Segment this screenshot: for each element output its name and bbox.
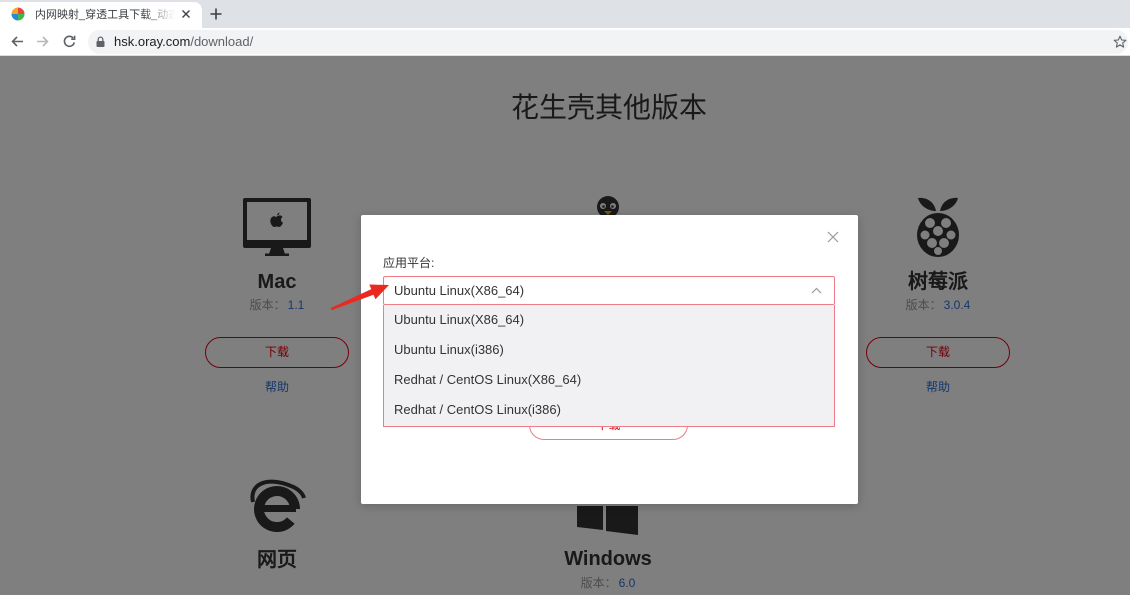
- chevron-up-icon[interactable]: [811, 286, 822, 295]
- star-icon[interactable]: [1113, 35, 1127, 49]
- reload-icon[interactable]: [62, 34, 77, 49]
- plus-icon[interactable]: [209, 7, 223, 21]
- lock-icon[interactable]: [96, 36, 105, 47]
- browser-toolbar: hsk.oray.com/download/: [0, 28, 1130, 56]
- url-text[interactable]: hsk.oray.com/download/: [114, 34, 253, 50]
- url-host: hsk.oray.com: [114, 34, 191, 49]
- tab-strip: 内网映射_穿透工具下载_动态域名: [0, 0, 1130, 28]
- arrow-left-icon[interactable]: [10, 34, 25, 49]
- platform-dropdown: Ubuntu Linux(X86_64) Ubuntu Linux(i386) …: [383, 305, 835, 427]
- option-redhat-x86-64[interactable]: Redhat / CentOS Linux(X86_64): [384, 365, 834, 395]
- platform-select[interactable]: Ubuntu Linux(X86_64): [383, 276, 835, 305]
- oray-favicon-icon: [11, 7, 25, 21]
- browser-tab[interactable]: 内网映射_穿透工具下载_动态域名: [0, 2, 202, 28]
- option-redhat-i386[interactable]: Redhat / CentOS Linux(i386): [384, 395, 834, 425]
- linux-download-dialog: 应用平台: Ubuntu Linux(X86_64) Ubuntu Linux(…: [361, 215, 858, 504]
- option-ubuntu-i386[interactable]: Ubuntu Linux(i386): [384, 335, 834, 365]
- address-bar[interactable]: hsk.oray.com/download/: [88, 30, 1128, 54]
- arrow-right-icon[interactable]: [35, 34, 50, 49]
- url-path: /download/: [190, 34, 254, 49]
- close-icon[interactable]: [827, 231, 839, 243]
- platform-label: 应用平台:: [383, 256, 435, 270]
- tab-title: 内网映射_穿透工具下载_动态域名: [35, 9, 175, 21]
- close-icon[interactable]: [180, 8, 192, 20]
- platform-select-value: Ubuntu Linux(X86_64): [394, 283, 525, 298]
- option-ubuntu-x86-64[interactable]: Ubuntu Linux(X86_64): [384, 305, 834, 335]
